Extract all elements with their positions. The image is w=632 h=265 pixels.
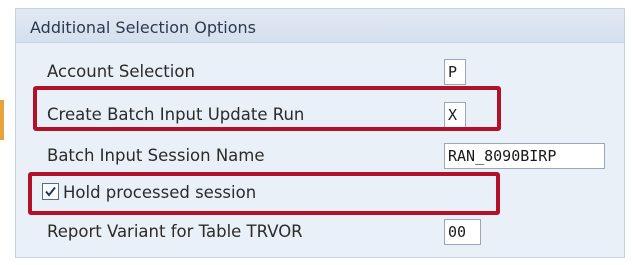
account-selection-input[interactable]: P	[444, 59, 466, 85]
report-variant-input[interactable]: 00	[444, 219, 481, 245]
highlight-box-hold-processed-session	[28, 172, 500, 215]
account-selection-label: Account Selection	[47, 62, 195, 81]
additional-selection-options-group: Additional Selection Options Account Sel…	[15, 8, 625, 258]
left-edge-marker	[0, 100, 4, 140]
report-variant-label: Report Variant for Table TRVOR	[47, 222, 303, 241]
group-title: Additional Selection Options	[30, 18, 256, 37]
batch-session-name-label: Batch Input Session Name	[47, 146, 265, 165]
highlight-box-create-batch-input	[33, 86, 501, 131]
batch-session-name-input[interactable]: RAN_8090BIRP	[444, 143, 605, 169]
group-header: Additional Selection Options	[16, 9, 624, 43]
